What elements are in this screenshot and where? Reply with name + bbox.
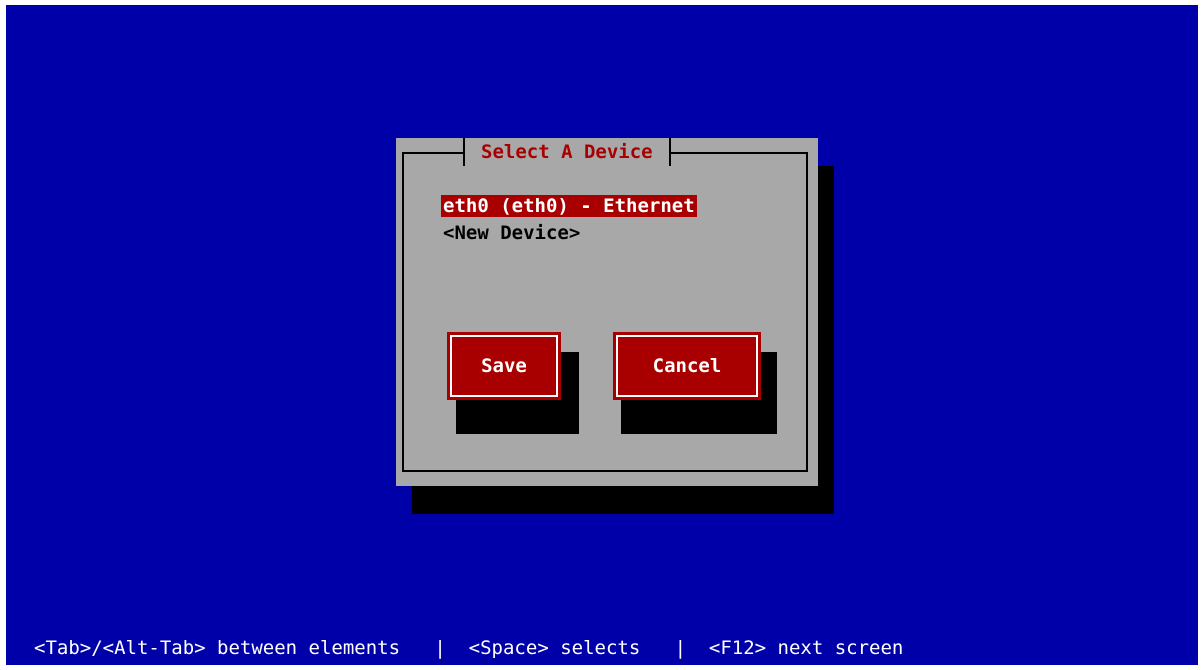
cancel-button[interactable]: Cancel	[616, 335, 758, 397]
select-device-dialog: Select A Device eth0 (eth0) - Ethernet <…	[396, 138, 818, 486]
status-bar-hints: <Tab>/<Alt-Tab> between elements | <Spac…	[34, 637, 904, 659]
device-list-item-new-device[interactable]: <New Device>	[441, 222, 582, 244]
dialog-title: Select A Device	[463, 138, 671, 166]
device-list-item-eth0[interactable]: eth0 (eth0) - Ethernet	[441, 195, 697, 217]
tui-screen: Select A Device eth0 (eth0) - Ethernet <…	[6, 5, 1198, 665]
save-button[interactable]: Save	[450, 335, 558, 397]
